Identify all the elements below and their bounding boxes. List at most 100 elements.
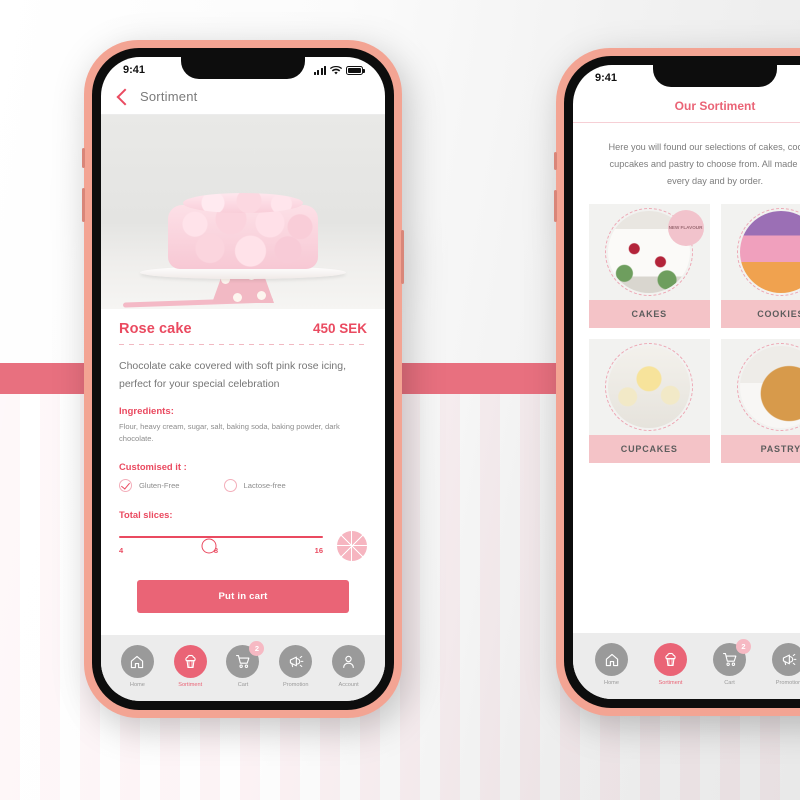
new-flavour-badge: NEW FLAVOUR	[667, 210, 704, 247]
rose-cake-body	[168, 205, 318, 269]
tab-home-label: Home	[129, 682, 145, 688]
tab-cart-label-right: Cart	[724, 680, 735, 686]
phone-right-screen: 9:41 Our Sortiment Here you will found o…	[573, 65, 800, 699]
megaphone-icon[interactable]	[279, 645, 313, 678]
new-flavour-badge-text: NEW FLAVOUR	[668, 224, 703, 230]
rose-cake-top	[183, 193, 303, 213]
tab-promotion-label-right: Promotion	[775, 680, 800, 686]
checkbox-lactose-free-label: Lactose-free	[243, 480, 286, 490]
phone-mockup-left: 9:41 Sortiment Rose cake 450 SEK Chocola…	[82, 40, 404, 718]
cupcakes-photo	[608, 346, 691, 429]
product-price: 450 SEK	[312, 321, 367, 336]
tab-sortiment-right[interactable]: Sortiment	[654, 643, 687, 686]
tab-cart-right[interactable]: 2 Cart	[713, 639, 751, 686]
tab-promotion[interactable]: Promotion	[279, 645, 313, 688]
tab-home-right[interactable]: Home	[595, 643, 628, 686]
phone-right-mute-switch	[554, 152, 557, 170]
tab-sortiment-label-right: Sortiment	[658, 680, 683, 686]
nav-title: Sortiment	[140, 89, 198, 104]
slices-slider-row: 4 8 16	[119, 530, 367, 561]
category-label-cookies: COOKIES	[720, 300, 800, 329]
product-hero-image	[101, 115, 385, 309]
slices-slider[interactable]: 4 8 16	[119, 535, 323, 555]
tab-sortiment[interactable]: Sortiment	[173, 645, 207, 688]
phone-left-bezel: 9:41 Sortiment Rose cake 450 SEK Chocola…	[92, 48, 394, 710]
user-icon[interactable]	[332, 645, 366, 678]
cupcake-icon[interactable]	[173, 645, 207, 678]
screenshot-stage: 9:41 Sortiment Rose cake 450 SEK Chocola…	[0, 0, 800, 800]
checkbox-gluten-free-label: Gluten-Free	[139, 480, 180, 490]
product-name: Rose cake	[119, 321, 192, 337]
category-card-cakes[interactable]: NEW FLAVOUR CAKES	[589, 204, 710, 329]
put-in-cart-button[interactable]: Put in cart	[137, 579, 349, 613]
category-image-cakes: NEW FLAVOUR	[589, 204, 710, 300]
tab-cart[interactable]: 2 Cart	[226, 641, 265, 688]
slider-tick-labels: 4 8 16	[119, 546, 323, 555]
wifi-icon	[330, 65, 342, 75]
pie-slices-icon	[337, 530, 367, 561]
phone-mockup-right: 9:41 Our Sortiment Here you will found o…	[554, 48, 800, 716]
phone-right-bezel: 9:41 Our Sortiment Here you will found o…	[564, 56, 800, 708]
category-image-cookies	[721, 204, 800, 300]
slider-tick-max: 16	[314, 546, 323, 556]
cart-badge-right: 2	[736, 639, 751, 654]
category-label-cakes: CAKES	[589, 300, 710, 329]
slider-track[interactable]	[119, 535, 323, 539]
category-card-pastry[interactable]: PASTRY	[720, 339, 800, 464]
category-image-cupcakes	[589, 339, 710, 435]
home-icon[interactable]	[595, 643, 628, 676]
megaphone-icon[interactable]	[772, 643, 800, 676]
sortiment-header-title: Our Sortiment	[573, 91, 800, 123]
status-bar-time-right: 9:41	[595, 72, 618, 84]
circle-image-mask	[736, 343, 800, 432]
checkbox-unchecked-icon[interactable]	[223, 478, 237, 492]
checkbox-gluten-free[interactable]: Gluten-Free	[119, 478, 180, 492]
cupcake-icon[interactable]	[654, 643, 687, 676]
product-description: Chocolate cake covered with soft pink ro…	[119, 360, 347, 391]
category-label-pastry: PASTRY	[720, 435, 800, 464]
phone-left-mute-switch	[82, 148, 85, 168]
tab-promotion-label: Promotion	[283, 682, 309, 688]
phone-left-volume-buttons	[82, 188, 85, 222]
tab-bar-right: Home Sortiment 2 Cart Promotion	[573, 633, 800, 699]
status-bar-time: 9:41	[123, 64, 146, 76]
category-card-cookies[interactable]: COOKIES	[720, 204, 800, 329]
phone-left-screen: 9:41 Sortiment Rose cake 450 SEK Chocola…	[101, 57, 385, 701]
ingredients-list: Flour, heavy cream, sugar, salt, baking …	[119, 422, 340, 444]
checkbox-checked-icon[interactable]	[119, 478, 132, 492]
slider-knob[interactable]	[201, 538, 217, 554]
circle-image-mask	[736, 208, 800, 297]
category-label-cupcakes: CUPCAKES	[589, 435, 710, 464]
cellular-signal-icon	[313, 65, 326, 75]
status-bar-right: 9:41	[573, 65, 800, 91]
shopping-cart-icon[interactable]: 2	[713, 639, 751, 676]
customise-heading: Customised it :	[119, 460, 187, 472]
tab-home-label-right: Home	[604, 680, 619, 686]
croissant-photo	[739, 346, 800, 429]
phone-right-volume-buttons	[554, 190, 557, 222]
product-title-row: Rose cake 450 SEK	[119, 321, 367, 337]
customise-options: Gluten-Free Lactose-free	[119, 478, 367, 492]
circle-image-mask	[605, 343, 694, 432]
battery-icon	[346, 65, 365, 75]
tab-promotion-right[interactable]: Promotion	[772, 643, 800, 686]
tab-account[interactable]: Account	[332, 645, 366, 688]
slices-heading: Total slices:	[119, 508, 173, 520]
tab-cart-label: Cart	[237, 682, 249, 688]
tab-sortiment-label: Sortiment	[178, 682, 203, 688]
macarons-photo	[739, 211, 800, 294]
category-image-pastry	[721, 339, 800, 435]
nav-bar: Sortiment	[101, 83, 385, 115]
category-card-cupcakes[interactable]: CUPCAKES	[589, 339, 710, 464]
tab-home[interactable]: Home	[120, 645, 154, 688]
shopping-cart-icon[interactable]: 2	[226, 641, 265, 678]
tab-account-label: Account	[338, 682, 359, 688]
ingredients-heading: Ingredients:	[119, 406, 174, 418]
status-bar-left: 9:41	[101, 57, 385, 83]
checkbox-lactose-free[interactable]: Lactose-free	[223, 478, 286, 492]
phone-left-power-button	[401, 230, 404, 284]
home-icon[interactable]	[120, 645, 154, 678]
chevron-left-icon[interactable]	[116, 88, 134, 105]
slider-tick-min: 4	[119, 546, 124, 556]
category-grid: NEW FLAVOUR CAKES COOKIES CUPCAKES PASTR…	[573, 190, 800, 464]
